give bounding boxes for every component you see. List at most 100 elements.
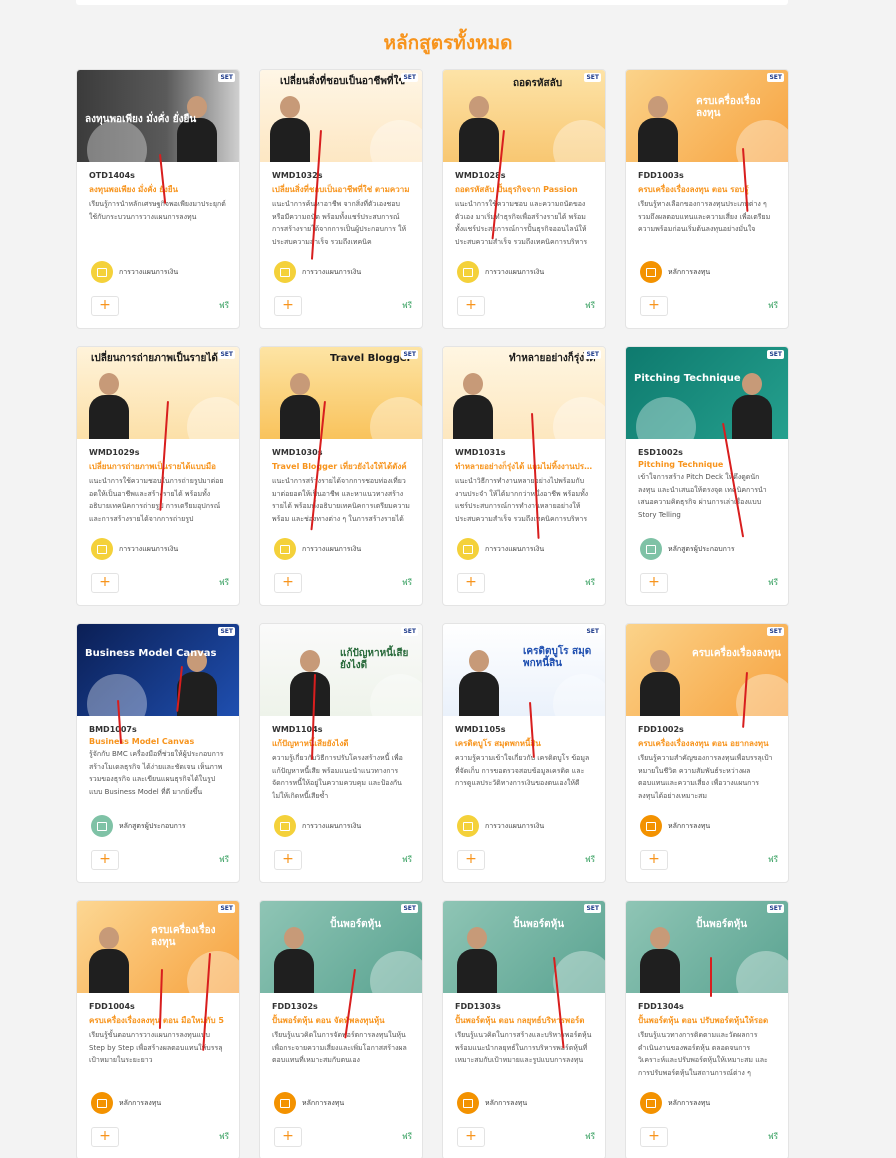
course-title[interactable]: ปั้นพอร์ตหุ้น ตอน ปรับพอร์ตหุ้นให้รอด — [638, 1014, 776, 1027]
add-course-button[interactable]: + — [91, 296, 119, 316]
instructor-photo — [177, 96, 217, 162]
course-description: ความรู้ความเข้าใจเกี่ยวกับ เครดิตบูโร ข้… — [455, 754, 590, 787]
course-title[interactable]: Travel Blogger เที่ยวยังไงให้ได้ตังค์ — [272, 460, 410, 473]
set-logo: SET — [218, 627, 235, 636]
course-card[interactable]: Pitching Technique SET ESD1002s Pitching Te… — [625, 346, 789, 606]
course-thumbnail[interactable]: เครดิตบูโร สมุดพกหนี้สิน SET — [443, 624, 605, 716]
course-thumbnail[interactable]: เปลี่ยนสิ่งที่ชอบเป็นอาชีพที่ใช่ SET — [260, 70, 422, 162]
course-info: WMD1104s แก้ปัญหาหนี้เสียยังไงดี ความรู้เก… — [260, 716, 422, 802]
course-thumbnail[interactable]: ทำหลายอย่างก็รุ่งได้ SET — [443, 347, 605, 439]
category-label: หลักสูตรผู้ประกอบการ — [119, 821, 186, 830]
category-icon — [274, 538, 296, 560]
course-card[interactable]: ปั้นพอร์ตหุ้น SET FDD1304s ปั้นพอร์ตหุ้น ตอ… — [625, 900, 789, 1158]
set-logo: SET — [584, 627, 601, 636]
add-course-button[interactable]: + — [274, 850, 302, 870]
course-thumbnail[interactable]: แก้ปัญหาหนี้เสีย ยังไงดี SET — [260, 624, 422, 716]
add-course-button[interactable]: + — [640, 1127, 668, 1147]
add-course-button[interactable]: + — [640, 573, 668, 593]
course-card[interactable]: เครดิตบูโร สมุดพกหนี้สิน SET WMD1105s เครดิ… — [442, 623, 606, 883]
course-title[interactable]: ทำหลายอย่างก็รุ่งได้ แถมไม่ทิ้งงานประจำ — [455, 460, 593, 473]
course-title[interactable]: แก้ปัญหาหนี้เสียยังไงดี — [272, 737, 410, 750]
add-course-button[interactable]: + — [91, 1127, 119, 1147]
add-course-button[interactable]: + — [457, 850, 485, 870]
course-thumbnail[interactable]: ลงทุนพอเพียง มั่งคั่ง ยั่งยืน SET — [77, 70, 239, 162]
course-card[interactable]: ปั้นพอร์ตหุ้น SET FDD1302s ปั้นพอร์ตหุ้น ตอ… — [259, 900, 423, 1158]
thumbnail-title: ปั้นพอร์ตหุ้น — [696, 919, 748, 930]
add-course-button[interactable]: + — [457, 296, 485, 316]
instructor-photo — [459, 650, 499, 716]
course-info: WMD1028s ถอดรหัสลับ ปั้นธุรกิจจาก Passion… — [443, 162, 605, 248]
add-course-button[interactable]: + — [640, 296, 668, 316]
course-card[interactable]: Travel Blogger SET WMD1030s Travel Blogger … — [259, 346, 423, 606]
category-icon — [457, 815, 479, 837]
course-card[interactable]: ลงทุนพอเพียง มั่งคั่ง ยั่งยืน SET OTD1404s… — [76, 69, 240, 329]
thumbnail-decoration — [187, 397, 239, 439]
instructor-photo — [274, 927, 314, 993]
search-panel-edge — [76, 0, 788, 5]
course-card[interactable]: Business Model Canvas SET BMD1007s Business… — [76, 623, 240, 883]
course-thumbnail[interactable]: Business Model Canvas SET — [77, 624, 239, 716]
section-heading: หลักสูตรทั้งหมด — [383, 32, 513, 54]
course-thumbnail[interactable]: ปั้นพอร์ตหุ้น SET — [443, 901, 605, 993]
thumbnail-decoration — [187, 951, 239, 993]
add-course-button[interactable]: + — [274, 296, 302, 316]
course-title[interactable]: เปลี่ยนสิ่งที่ชอบเป็นอาชีพที่ใช่ ตามความ — [272, 183, 410, 196]
price-free-label: ฟรี — [402, 301, 412, 310]
course-card[interactable]: เปลี่ยนสิ่งที่ชอบเป็นอาชีพที่ใช่ SET WMD10… — [259, 69, 423, 329]
category-label: การวางแผนการเงิน — [119, 267, 179, 276]
course-thumbnail[interactable]: ถอดรหัสลับ SET — [443, 70, 605, 162]
course-thumbnail[interactable]: Travel Blogger SET — [260, 347, 422, 439]
course-title[interactable]: Pitching Technique — [638, 460, 776, 469]
course-code: WMD1032s — [272, 171, 323, 180]
category-label: หลักการลงทุน — [485, 1098, 528, 1107]
add-course-button[interactable]: + — [274, 1127, 302, 1147]
thumbnail-title: ปั้นพอร์ตหุ้น — [513, 919, 565, 930]
category-label: การวางแผนการเงิน — [485, 544, 545, 553]
course-code: OTD1404s — [89, 171, 135, 180]
course-thumbnail[interactable]: ครบเครื่องเรื่องลงทุน SET — [77, 901, 239, 993]
course-code: ESD1002s — [638, 448, 683, 457]
course-card[interactable]: ครบเครื่องเรื่องลงทุน SET FDD1003s ครบเครื่… — [625, 69, 789, 329]
add-course-button[interactable]: + — [274, 573, 302, 593]
course-card[interactable]: ทำหลายอย่างก็รุ่งได้ SET WMD1031s ทำหลายอย่… — [442, 346, 606, 606]
course-title[interactable]: ครบเครื่องเรื่องลงทุน ตอน รอบรู้ — [638, 183, 776, 196]
add-course-button[interactable]: + — [457, 1127, 485, 1147]
add-course-button[interactable]: + — [457, 573, 485, 593]
set-logo: SET — [584, 73, 601, 82]
course-thumbnail[interactable]: ปั้นพอร์ตหุ้น SET — [626, 901, 788, 993]
course-card[interactable]: เปลี่ยนการถ่ายภาพเป็นรายได้ SET WMD1029s เป… — [76, 346, 240, 606]
add-course-button[interactable]: + — [640, 850, 668, 870]
thumbnail-decoration — [553, 397, 605, 439]
course-category: การวางแผนการเงิน — [457, 538, 544, 560]
course-category: การวางแผนการเงิน — [274, 815, 361, 837]
course-thumbnail[interactable]: ครบเครื่องเรื่องลงทุน SET — [626, 624, 788, 716]
course-card[interactable]: ถอดรหัสลับ SET WMD1028s ถอดรหัสลับ ปั้นธุรก… — [442, 69, 606, 329]
course-title[interactable]: ลงทุนพอเพียง มั่งคั่ง ยั่งยืน — [89, 183, 227, 196]
instructor-photo — [177, 650, 217, 716]
course-thumbnail[interactable]: ครบเครื่องเรื่องลงทุน SET — [626, 70, 788, 162]
add-course-button[interactable]: + — [91, 573, 119, 593]
category-label: หลักการลงทุน — [668, 821, 711, 830]
course-card[interactable]: ปั้นพอร์ตหุ้น SET FDD1303s ปั้นพอร์ตหุ้น ตอ… — [442, 900, 606, 1158]
course-thumbnail[interactable]: เปลี่ยนการถ่ายภาพเป็นรายได้ SET — [77, 347, 239, 439]
course-title[interactable]: เครดิตบูโร สมุดพกหนี้สิน — [455, 737, 593, 750]
course-title[interactable]: เปลี่ยนการถ่ายภาพเป็นรายได้แบบมือ — [89, 460, 227, 473]
price-free-label: ฟรี — [585, 855, 595, 864]
set-logo: SET — [218, 73, 235, 82]
course-title[interactable]: ปั้นพอร์ตหุ้น ตอน จัดทัพลงทุนหุ้น — [272, 1014, 410, 1027]
course-description: แนะนำวิธีการทำงานหลายอย่างไปพร้อมกับงานป… — [455, 477, 589, 523]
course-card[interactable]: ครบเครื่องเรื่องลงทุน SET FDD1004s ครบเครื่… — [76, 900, 240, 1158]
course-title[interactable]: ครบเครื่องเรื่องลงทุน ตอน อยากลงทุน — [638, 737, 776, 750]
set-logo: SET — [218, 904, 235, 913]
course-category: หลักการลงทุน — [457, 1092, 527, 1114]
course-card[interactable]: แก้ปัญหาหนี้เสีย ยังไงดี SET WMD1104s แก้ปั… — [259, 623, 423, 883]
course-card[interactable]: ครบเครื่องเรื่องลงทุน SET FDD1002s ครบเครื่… — [625, 623, 789, 883]
course-title[interactable]: ถอดรหัสลับ ปั้นธุรกิจจาก Passion — [455, 183, 593, 196]
course-thumbnail[interactable]: Pitching Technique SET — [626, 347, 788, 439]
add-course-button[interactable]: + — [91, 850, 119, 870]
course-title[interactable]: Business Model Canvas — [89, 737, 227, 746]
price-free-label: ฟรี — [219, 301, 229, 310]
course-title[interactable]: ปั้นพอร์ตหุ้น ตอน กลยุทธ์บริหารพอร์ต — [455, 1014, 593, 1027]
instructor-photo — [280, 373, 320, 439]
course-thumbnail[interactable]: ปั้นพอร์ตหุ้น SET — [260, 901, 422, 993]
